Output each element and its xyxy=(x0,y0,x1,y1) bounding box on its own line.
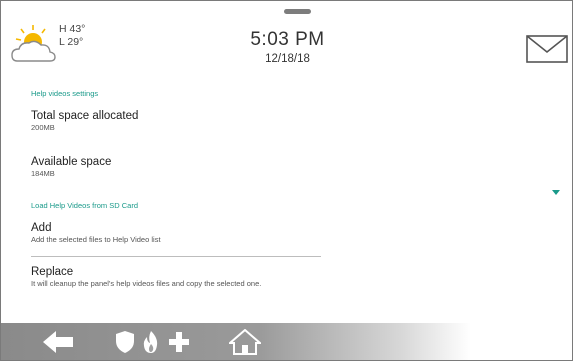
clock-date: 12/18/18 xyxy=(265,53,310,65)
panel-frame: H 43° L 29° 5:03 PM 12/18/18 Help videos… xyxy=(0,0,573,361)
plus-icon[interactable] xyxy=(169,332,189,357)
shield-icon[interactable] xyxy=(116,331,134,358)
flame-icon[interactable] xyxy=(143,331,159,358)
divider xyxy=(31,256,321,257)
item-subtitle: 184MB xyxy=(31,169,55,178)
available-space-item: Available space 184MB xyxy=(31,155,321,179)
section-header-load-sd: Load Help Videos from SD Card xyxy=(31,201,138,210)
item-title: Total space allocated xyxy=(31,110,139,122)
item-title: Available space xyxy=(31,156,112,168)
pull-down-handle[interactable] xyxy=(284,9,311,14)
section-header-help-videos: Help videos settings xyxy=(31,89,99,98)
replace-videos-item[interactable]: Replace It will cleanup the panel's help… xyxy=(31,265,321,289)
item-title: Replace xyxy=(31,266,74,278)
envelope-icon[interactable] xyxy=(526,35,568,63)
item-title: Add xyxy=(31,222,52,234)
item-subtitle: It will cleanup the panel's help videos … xyxy=(31,279,262,288)
back-arrow-icon[interactable] xyxy=(43,331,73,358)
item-subtitle: 200MB xyxy=(31,123,55,132)
total-space-item: Total space allocated 200MB xyxy=(31,109,321,133)
bottom-nav-bar xyxy=(1,323,572,360)
add-videos-item[interactable]: Add Add the selected files to Help Video… xyxy=(31,221,321,245)
clock-time: 5:03 PM xyxy=(250,29,325,50)
scroll-down-icon[interactable] xyxy=(552,190,560,195)
home-icon[interactable] xyxy=(227,328,263,360)
item-subtitle: Add the selected files to Help Video lis… xyxy=(31,235,161,244)
